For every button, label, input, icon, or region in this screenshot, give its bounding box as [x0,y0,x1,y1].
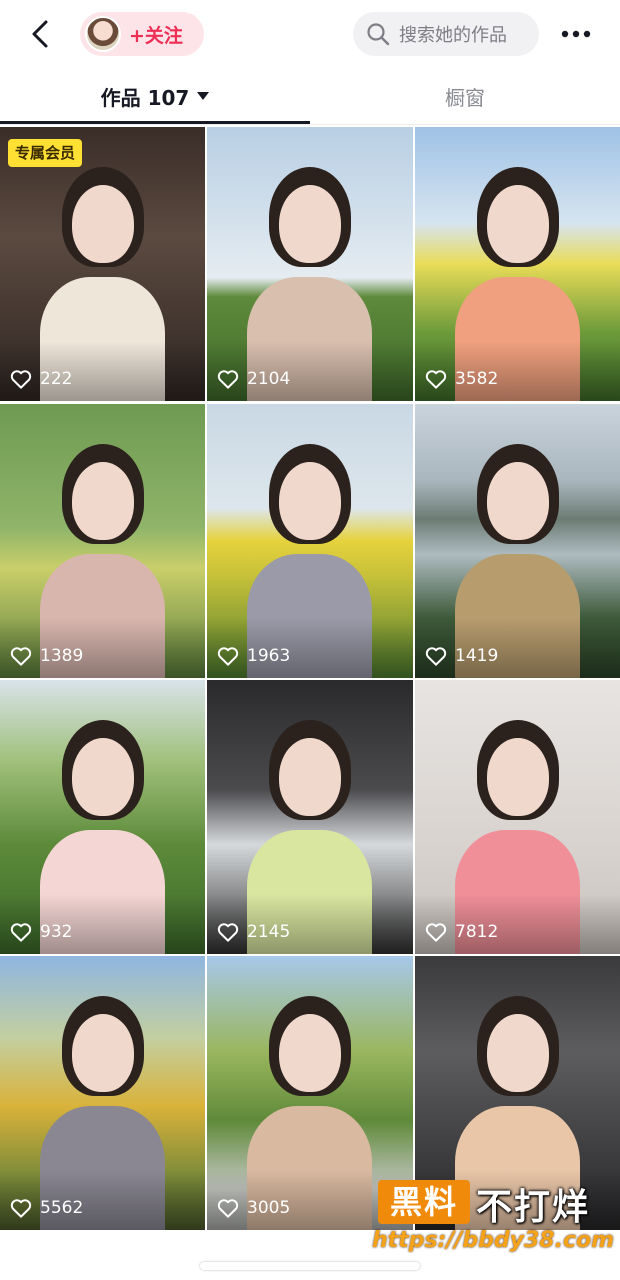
like-count: 932 [10,922,72,942]
follow-button[interactable]: +关注 [80,12,204,56]
like-count-value: 5562 [40,1198,84,1218]
thumbnail-figure-face [279,462,341,540]
like-count-value: 932 [40,922,73,942]
like-count: 3582 [425,369,498,389]
watermark-slogan: 不打烊 [476,1187,591,1228]
heart-icon [217,370,239,389]
video-card[interactable]: 7812 [415,680,620,954]
heart-icon [217,923,239,942]
like-count-value: 222 [40,369,73,389]
search-placeholder: 搜索她的作品 [399,25,507,46]
back-button[interactable] [22,14,58,54]
video-card[interactable]: 1419 [415,404,620,678]
video-card[interactable]: 932 [0,680,205,954]
heart-icon [425,923,447,942]
heart-icon [10,370,32,389]
more-dots-icon [561,30,591,38]
video-card[interactable]: 1389 [0,404,205,678]
watermark-url: https://bbdy38.com [372,1228,615,1253]
like-count-value: 3005 [247,1198,291,1218]
like-count: 3005 [217,1198,290,1218]
thumbnail-figure-face [72,738,134,816]
tab-showcase[interactable]: 橱窗 [310,68,620,124]
video-card[interactable]: 专属会员 222 [0,127,205,401]
video-card[interactable]: 3582 [415,127,620,401]
like-count-value: 2104 [247,369,291,389]
home-indicator [200,1262,420,1270]
video-card[interactable]: 1963 [207,404,413,678]
tab-divider [0,124,620,125]
top-bar: +关注 搜索她的作品 [0,0,620,68]
like-count: 1419 [425,646,498,666]
follow-label: +关注 [129,24,183,47]
like-count-value: 2145 [247,922,291,942]
thumbnail-figure-face [487,1014,549,1092]
like-count-value: 1389 [40,646,84,666]
thumbnail-figure-face [279,738,341,816]
video-card[interactable]: 2104 [207,127,413,401]
search-icon [365,21,391,47]
thumbnail-figure-face [487,462,549,540]
thumbnail-figure-face [72,185,134,263]
heart-icon [10,1199,32,1218]
watermark-logo: 黑料 [378,1180,470,1224]
heart-icon [425,370,447,389]
heart-icon [217,1199,239,1218]
avatar[interactable] [85,16,121,52]
content-tabs: 作品 107 橱窗 [0,68,620,126]
tab-works[interactable]: 作品 107 [0,68,310,124]
like-count: 5562 [10,1198,83,1218]
watermark: 黑料 不打烊 https://bbdy38.com [372,1176,617,1258]
thumbnail-figure-face [72,462,134,540]
heart-icon [425,647,447,666]
caret-down-icon [197,92,210,100]
like-count: 1389 [10,646,83,666]
like-count: 222 [10,369,72,389]
member-badge: 专属会员 [8,139,83,167]
like-count-value: 7812 [455,922,499,942]
chevron-left-icon [32,20,48,48]
thumbnail-figure-face [487,738,549,816]
like-count-value: 1419 [455,646,499,666]
thumbnail-figure-face [72,1014,134,1092]
like-count-value: 3582 [455,369,499,389]
more-button[interactable] [558,18,594,50]
like-count: 2145 [217,922,290,942]
thumbnail-figure-face [279,1014,341,1092]
like-count: 1963 [217,646,290,666]
video-card[interactable]: 2145 [207,680,413,954]
search-input[interactable]: 搜索她的作品 [353,12,539,56]
video-card[interactable]: 5562 [0,956,205,1230]
heart-icon [217,647,239,666]
thumbnail-figure-face [279,185,341,263]
heart-icon [10,647,32,666]
like-count: 2104 [217,369,290,389]
like-count-value: 1963 [247,646,291,666]
heart-icon [10,923,32,942]
tab-works-label: 作品 107 [100,85,190,110]
tab-showcase-label: 橱窗 [445,85,485,110]
like-count: 7812 [425,922,498,942]
thumbnail-figure-face [487,185,549,263]
